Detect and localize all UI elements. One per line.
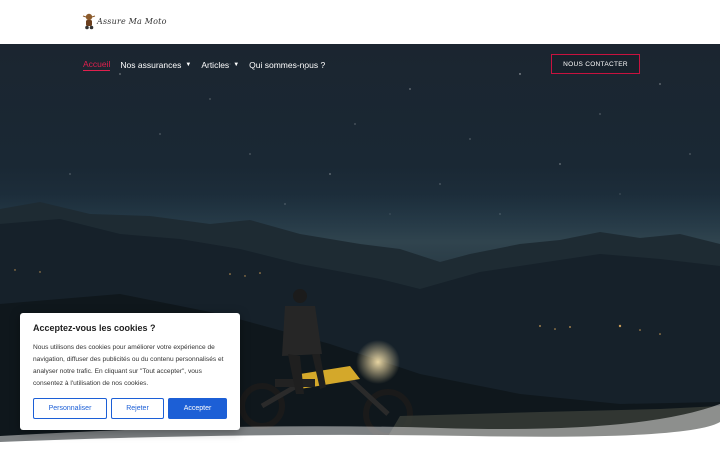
nav-item-label: Nos assurances bbox=[120, 60, 182, 70]
main-nav: Accueil Nos assurances ▼ Articles ▼ Qui … bbox=[83, 59, 335, 71]
caret-down-icon: ▼ bbox=[185, 62, 192, 68]
mascot-logo-icon bbox=[82, 13, 96, 30]
accept-button[interactable]: Accepter bbox=[168, 398, 227, 419]
nav-item-articles[interactable]: Articles ▼ bbox=[201, 60, 239, 70]
contact-button[interactable]: NOUS CONTACTER bbox=[551, 54, 640, 74]
nav-item-nos-assurances[interactable]: Nos assurances ▼ bbox=[120, 60, 191, 70]
customize-button[interactable]: Personnaliser bbox=[33, 398, 107, 419]
cookie-title: Acceptez-vous les cookies ? bbox=[33, 323, 156, 333]
nav-item-accueil[interactable]: Accueil bbox=[83, 59, 111, 71]
logo-text: Assure Ma Moto bbox=[97, 16, 167, 26]
cookie-consent-dialog: Acceptez-vous les cookies ? Nous utiliso… bbox=[20, 313, 240, 430]
site-logo[interactable]: Assure Ma Moto bbox=[82, 11, 167, 31]
nav-item-label: Accueil bbox=[83, 59, 111, 69]
caret-down-icon: ▼ bbox=[233, 62, 240, 68]
reject-button[interactable]: Rejeter bbox=[111, 398, 164, 419]
cookie-description: Nous utilisons des cookies pour améliore… bbox=[33, 344, 224, 387]
nav-item-label: Articles bbox=[201, 60, 230, 70]
cookie-button-group: Personnaliser Rejeter Accepter bbox=[33, 398, 227, 419]
nav-item-qui-sommes-nous[interactable]: Qui sommes-nous ? bbox=[249, 60, 325, 70]
nav-item-label: Qui sommes-nous ? bbox=[249, 60, 326, 70]
site-header: Assure Ma Moto bbox=[0, 0, 720, 44]
